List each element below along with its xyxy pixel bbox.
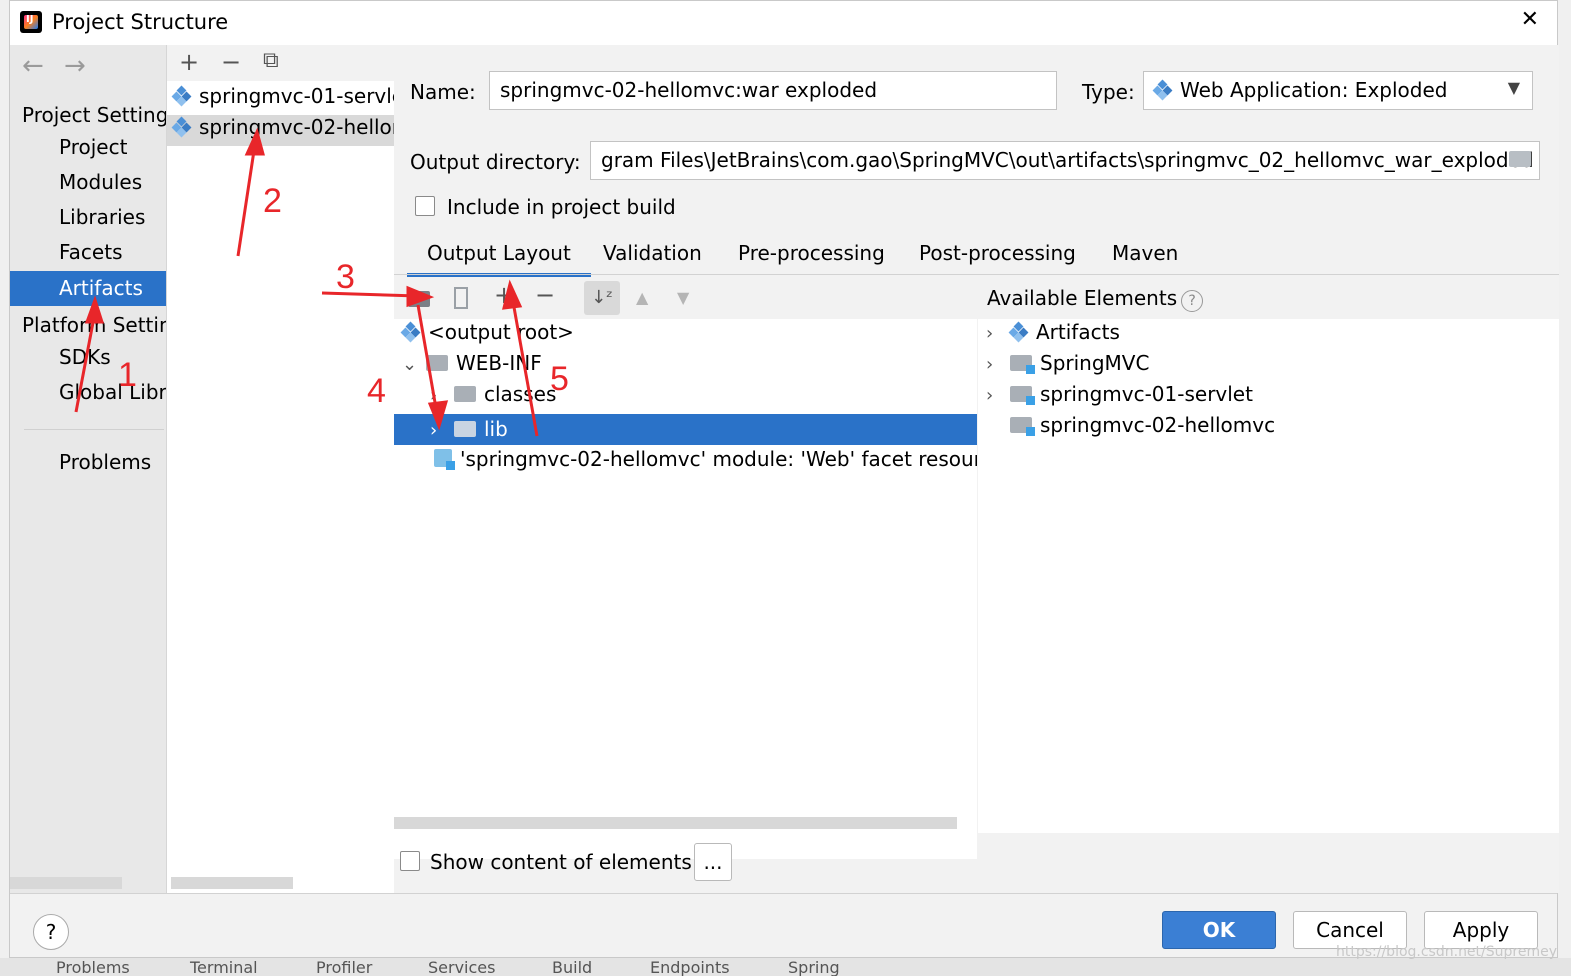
tool-tab-endpoints[interactable]: Endpoints [650, 958, 730, 976]
tool-tab-terminal[interactable]: Terminal [190, 958, 258, 976]
annotation-arrow-4 [416, 304, 439, 415]
annotation-label-3: 3 [336, 258, 355, 296]
watermark: https://blog.csdn.net/Supremey [1336, 944, 1557, 960]
tool-tab-spring[interactable]: Spring [788, 958, 840, 976]
annotation-arrowhead-4 [427, 400, 449, 431]
annotation-arrowhead-1 [84, 295, 105, 324]
annotation-arrows [74, 127, 539, 437]
annotation-label-5: 5 [550, 360, 569, 398]
annotation-arrowhead-3 [406, 285, 435, 308]
tool-tab-build[interactable]: Build [552, 958, 592, 976]
annotation-arrowhead-2 [244, 127, 265, 156]
annotation-arrow-1 [74, 311, 97, 413]
annotation-label-1: 1 [118, 356, 137, 394]
tool-tab-profiler[interactable]: Profiler [316, 958, 372, 976]
ide-bottom-toolbar: Problems Terminal Profiler Services Buil… [0, 958, 1571, 976]
annotation-arrowhead-5 [502, 279, 523, 310]
annotation-label-4: 4 [367, 372, 386, 410]
annotation-label-2: 2 [263, 182, 282, 220]
annotation-arrow-2 [236, 143, 257, 257]
tool-tab-services[interactable]: Services [428, 958, 495, 976]
tool-tab-problems[interactable]: Problems [56, 958, 130, 976]
annotation-arrow-5 [510, 295, 539, 437]
